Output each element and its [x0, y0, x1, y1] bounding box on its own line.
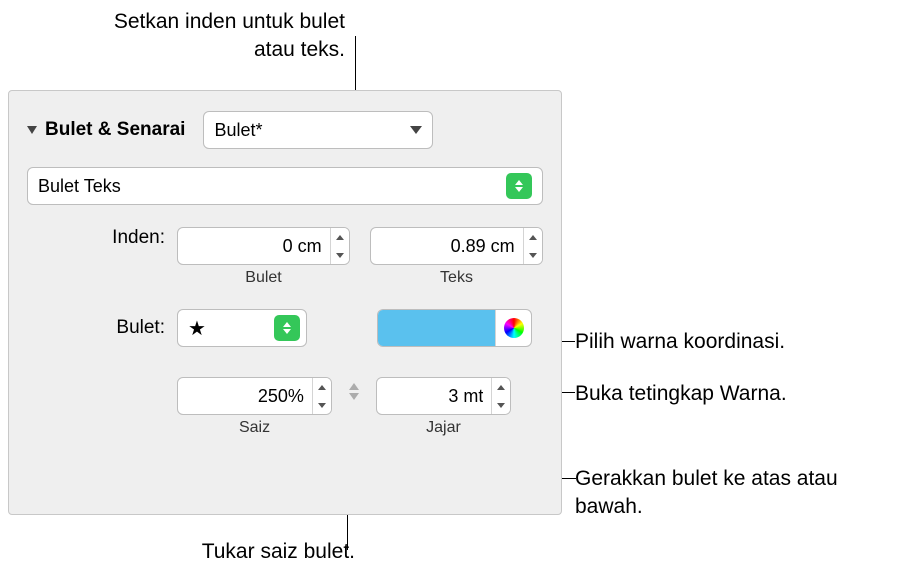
align-sublabel: Jajar	[376, 419, 511, 437]
chevron-down-icon	[410, 126, 422, 134]
indent-label: Inden:	[27, 227, 177, 249]
bullet-type-value: Bulet Teks	[38, 176, 121, 197]
color-well	[377, 309, 532, 347]
size-sublabel: Saiz	[177, 419, 332, 437]
bullets-lists-panel: Bulet & Senarai Bulet* Bulet Teks Inden:	[8, 90, 562, 515]
stepper-buttons[interactable]	[312, 378, 331, 414]
bullet-type-select[interactable]: Bulet Teks	[27, 167, 543, 205]
list-style-value: Bulet*	[214, 120, 262, 141]
disclosure-triangle-icon	[27, 126, 37, 134]
stepper-up-button[interactable]	[331, 228, 349, 246]
stepper-up-button[interactable]	[313, 378, 331, 396]
stepper-up-button[interactable]	[492, 378, 510, 396]
stepper-up-button[interactable]	[524, 228, 542, 246]
callout-size: Tukar saiz bulet.	[160, 538, 355, 566]
callout-indent: Setkan inden untuk bulet atau teks.	[75, 8, 345, 65]
color-swatch[interactable]	[378, 310, 495, 346]
stepper-buttons[interactable]	[330, 228, 349, 264]
stepper-down-button[interactable]	[524, 246, 542, 264]
indent-bullet-input[interactable]	[178, 228, 330, 264]
section-title-label: Bulet & Senarai	[45, 119, 185, 141]
stepper-arrows-icon	[274, 315, 300, 341]
section-title[interactable]: Bulet & Senarai	[27, 119, 185, 141]
list-style-select[interactable]: Bulet*	[203, 111, 433, 149]
indent-bullet-stepper[interactable]	[177, 227, 350, 265]
color-picker-button[interactable]	[495, 310, 531, 346]
stepper-buttons[interactable]	[523, 228, 542, 264]
size-input[interactable]	[178, 378, 312, 414]
stepper-down-button[interactable]	[492, 396, 510, 414]
callout-align: Gerakkan bulet ke atas atau bawah.	[575, 465, 905, 522]
color-wheel-icon	[504, 318, 524, 338]
stepper-down-button[interactable]	[313, 396, 331, 414]
indent-bullet-sublabel: Bulet	[177, 269, 350, 287]
align-stepper[interactable]	[376, 377, 511, 415]
indent-text-sublabel: Teks	[370, 269, 543, 287]
stepper-arrows-icon	[506, 173, 532, 199]
align-input[interactable]	[377, 378, 491, 414]
stepper-buttons[interactable]	[491, 378, 510, 414]
callout-color-swatch: Pilih warna koordinasi.	[575, 328, 905, 356]
bullet-label: Bulet:	[27, 317, 177, 339]
indent-text-stepper[interactable]	[370, 227, 543, 265]
star-icon: ★	[188, 316, 206, 341]
size-stepper[interactable]	[177, 377, 332, 415]
bullet-glyph-select[interactable]: ★	[177, 309, 307, 347]
stepper-down-button[interactable]	[331, 246, 349, 264]
indent-text-input[interactable]	[371, 228, 523, 264]
vertical-align-icon	[342, 383, 366, 400]
callout-color-window: Buka tetingkap Warna.	[575, 380, 905, 408]
